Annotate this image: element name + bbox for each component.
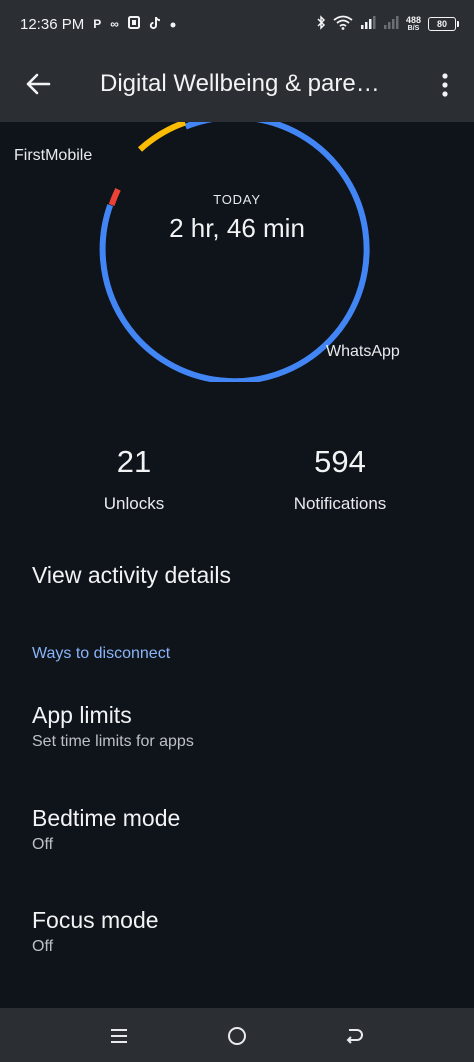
page-title: Digital Wellbeing & pare… [100,70,380,97]
bedtime-mode-title: Bedtime mode [32,805,181,831]
recents-button[interactable] [104,1023,134,1049]
notifications-count: 594 [314,444,366,479]
signal-strength-icon [360,15,376,33]
status-left: 12:36 PM P ∞ [20,16,176,33]
total-screen-time: 2 hr, 46 min [169,213,305,243]
app-limits-item[interactable]: App limits Set time limits for apps [32,702,452,751]
overflow-menu-button[interactable] [438,70,452,100]
focus-mode-title: Focus mode [32,907,159,933]
menu-icon [111,1029,127,1043]
network-speed-unit: B/S [407,24,420,32]
back-icon [346,1029,363,1044]
home-button[interactable] [222,1023,252,1049]
battery-icon: 80 [428,17,459,31]
notifications-stat: 594 Notifications [250,444,430,514]
wifi-icon [333,15,353,34]
view-activity-details-link[interactable]: View activity details [32,562,231,589]
bluetooth-icon [316,14,326,34]
unlocks-stat: 21 Unlocks [44,444,224,514]
unlocks-count: 21 [116,444,152,479]
system-navigation-bar [0,1008,474,1062]
unlocks-label: Unlocks [103,494,165,513]
status-time: 12:36 PM [20,15,85,33]
ring-label-whatsapp[interactable]: WhatsApp [326,343,400,361]
app-limits-title: App limits [32,702,132,728]
home-circle-icon [228,1027,246,1045]
tiktok-icon [149,16,161,33]
arrow-left-icon [26,73,51,95]
focus-mode-item[interactable]: Focus mode Off [32,907,452,956]
infinity-icon: ∞ [110,17,119,31]
usage-ring-area: TODAY 2 hr, 46 min FirstMobile WhatsApp [0,122,474,382]
status-bar: 12:36 PM P ∞ 488 B/S 80 [0,0,474,48]
status-right: 488 B/S 80 [316,14,459,34]
parking-icon: P [93,17,102,31]
more-vert-icon [442,73,448,97]
ring-segment-other[interactable] [137,122,187,152]
ring-label-firstmobile[interactable]: FirstMobile [14,147,92,165]
network-speed: 488 B/S [405,14,421,33]
back-button[interactable] [22,68,54,100]
focus-mode-status: Off [32,938,54,955]
app-bar: Digital Wellbeing & pare… [0,48,474,122]
ways-to-disconnect-header: Ways to disconnect [32,645,171,662]
bedtime-mode-item[interactable]: Bedtime mode Off [32,805,452,854]
dot-icon [170,17,176,31]
office-icon [127,16,140,32]
notifications-label: Notifications [293,494,387,513]
system-back-button[interactable] [340,1023,370,1049]
bedtime-mode-status: Off [32,836,54,853]
app-limits-subtitle: Set time limits for apps [32,733,194,750]
today-label: TODAY [213,192,261,207]
battery-level: 80 [436,19,447,29]
network-speed-value: 488 [405,14,421,25]
signal-strength-secondary-icon [383,15,399,33]
